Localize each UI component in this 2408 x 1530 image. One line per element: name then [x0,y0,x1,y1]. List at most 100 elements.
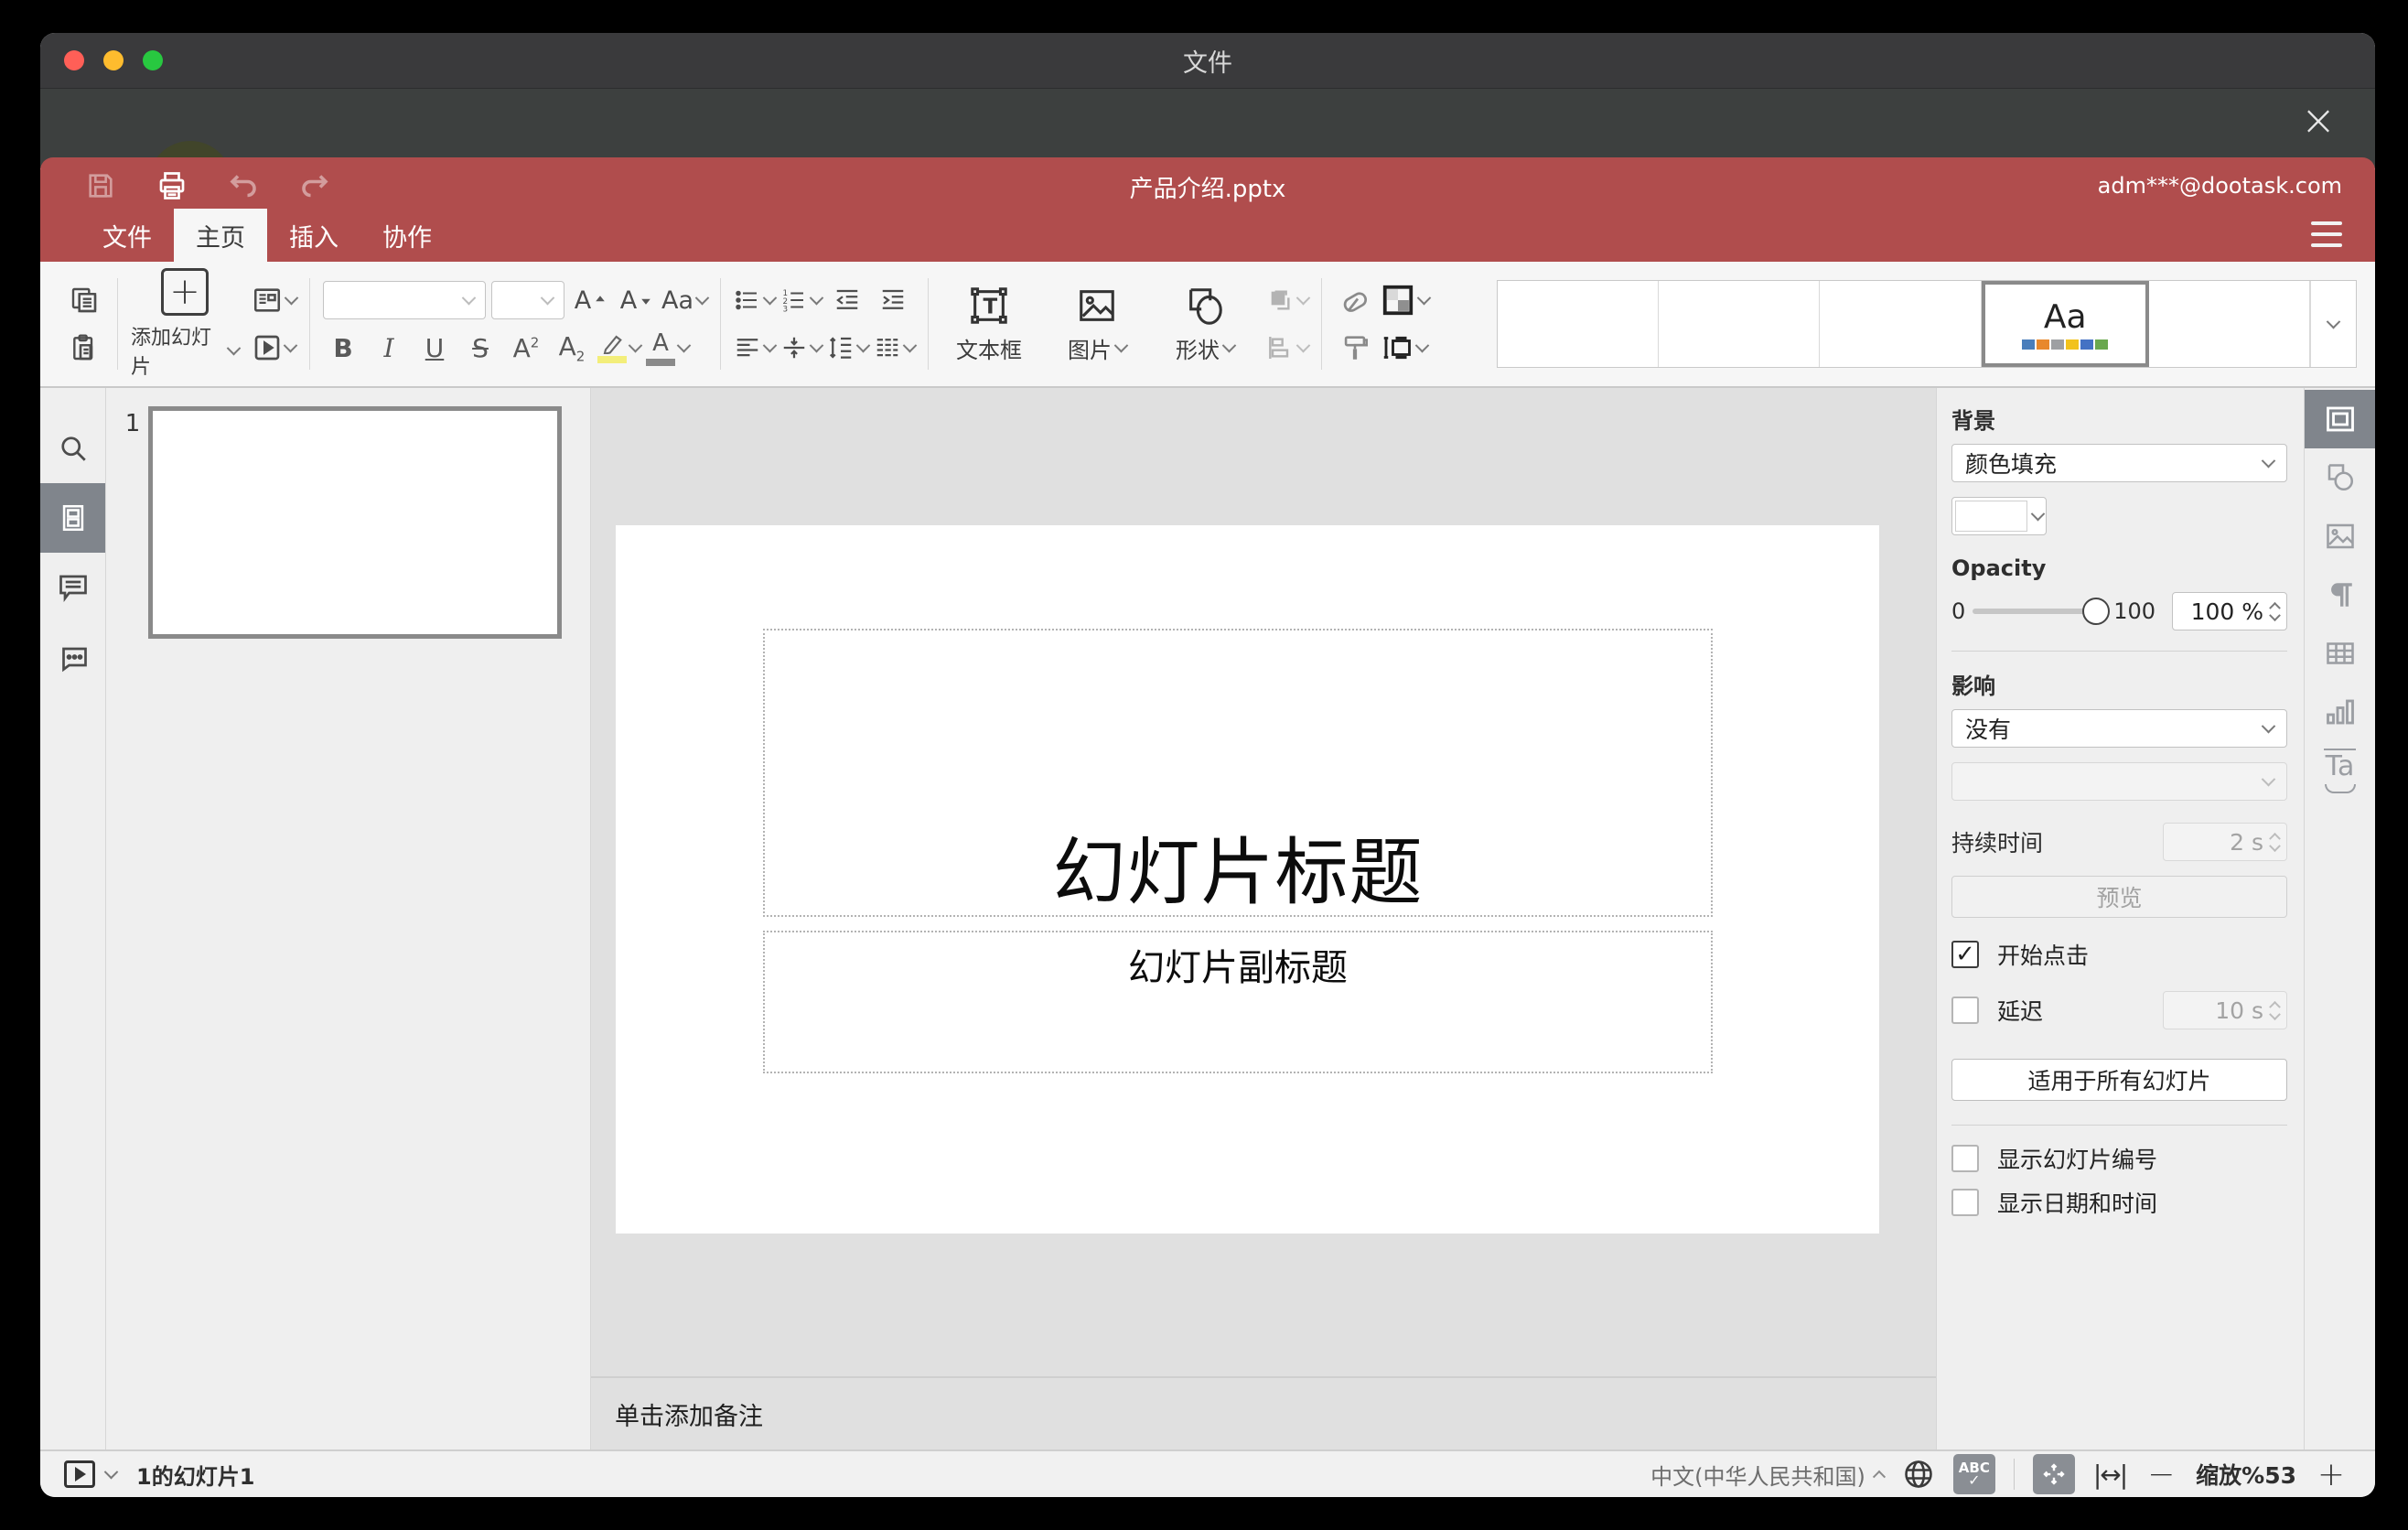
effect-select[interactable]: 没有 [1951,709,2287,748]
subtitle-placeholder[interactable]: 幻灯片副标题 [763,931,1713,1073]
italic-icon[interactable]: I [369,328,409,368]
image-label: 图片 [1068,337,1113,363]
paste-icon[interactable] [64,328,104,368]
comments-icon[interactable] [40,553,105,622]
insert-textbox-button[interactable]: T 文本框 [941,285,1037,364]
close-icon[interactable]: × [2293,94,2344,145]
search-icon[interactable] [40,414,105,483]
tab-file[interactable]: 文件 [81,209,174,262]
tab-collaboration[interactable]: 协作 [360,209,454,262]
increase-indent-icon[interactable] [873,280,913,320]
title-placeholder[interactable]: 幻灯片标题 [763,629,1713,917]
spellcheck-icon[interactable]: ABC ✓ [1952,1454,1995,1494]
horizontal-align-icon[interactable] [734,328,778,368]
notes-placeholder-text: 单击添加备注 [615,1402,763,1431]
strikethrough-icon[interactable]: S [460,328,500,368]
theme-option[interactable] [1820,281,1982,367]
font-size-select[interactable] [491,281,564,319]
tab-insert[interactable]: 插入 [267,209,360,262]
svg-text:T: T [983,295,997,318]
table-settings-icon[interactable] [2305,624,2375,683]
bold-icon[interactable]: B [323,328,363,368]
theme-gallery-expand-icon[interactable] [2310,281,2356,367]
add-slide-button[interactable]: + 添加幻灯片 [131,268,242,380]
start-on-click-checkbox[interactable]: ✓ [1951,941,1979,968]
delay-checkbox[interactable] [1951,997,1979,1024]
zoom-out-icon[interactable]: − [2145,1456,2177,1493]
slide-thumbnail-number: 1 [124,410,141,437]
theme-gallery: Aa [1497,280,2357,368]
close-traffic-light[interactable] [64,50,84,70]
zoom-in-icon[interactable]: + [2315,1456,2348,1493]
insert-image-button[interactable]: 图片 [1049,285,1145,364]
change-case-icon[interactable]: Aa [661,280,710,320]
traffic-lights [64,33,163,88]
show-slide-number-checkbox[interactable] [1951,1145,1979,1172]
menu-icon[interactable] [2306,218,2348,251]
slide-layout-icon[interactable] [252,280,299,320]
spellcheck-language-icon[interactable] [1902,1458,1935,1491]
minimize-traffic-light[interactable] [103,50,124,70]
show-date-time-checkbox[interactable] [1951,1189,1979,1216]
highlight-color-icon[interactable] [597,328,643,368]
background-fill-select[interactable]: 颜色填充 [1951,444,2287,482]
copy-icon[interactable] [64,280,104,320]
font-name-select[interactable] [323,281,486,319]
superscript-icon[interactable]: A2 [506,328,546,368]
numbered-list-icon[interactable]: 123 [780,280,824,320]
notes-area[interactable]: 单击添加备注 [591,1376,1936,1449]
chat-icon[interactable] [40,622,105,692]
image-settings-icon[interactable] [2305,507,2375,566]
chart-settings-icon[interactable] [2305,683,2375,741]
underline-icon[interactable]: U [414,328,455,368]
theme-option[interactable] [1498,281,1660,367]
copy-style-icon[interactable] [1335,328,1375,368]
columns-icon[interactable] [874,328,918,368]
language-selector[interactable]: 中文(中华人民共和国) [1650,1459,1886,1491]
opacity-value-spinner[interactable]: 100 % [2172,592,2287,630]
paragraph-settings-icon[interactable] [2305,566,2375,624]
insert-shape-button[interactable]: 形状 [1157,285,1252,364]
duration-label: 持续时间 [1951,830,2044,857]
increase-font-icon[interactable]: A [570,280,610,320]
slide-subtitle-text: 幻灯片副标题 [1128,947,1348,989]
decrease-indent-icon[interactable] [827,280,867,320]
slides-panel-icon[interactable] [40,483,105,553]
start-slideshow-icon[interactable] [252,328,298,368]
slide-settings-icon[interactable] [2305,390,2375,448]
slide-thumbnail[interactable] [148,406,562,639]
fill-color-picker[interactable] [1951,497,2047,535]
shape-settings-icon[interactable] [2305,448,2375,507]
bullet-list-icon[interactable] [734,280,778,320]
effect-variant-select [1951,762,2287,801]
line-spacing-icon[interactable] [827,328,871,368]
show-slide-number-label: 显示幻灯片编号 [1997,1147,2158,1173]
color-scheme-icon[interactable] [1381,280,1432,320]
vertical-align-icon[interactable] [780,328,824,368]
apply-to-all-slides-button[interactable]: 适用于所有幻灯片 [1951,1059,2287,1101]
theme-option[interactable] [1659,281,1821,367]
quick-access-row: 产品介绍.pptx adm***@dootask.com [40,157,2375,209]
opacity-label: Opacity [1951,555,2047,581]
maximize-traffic-light[interactable] [143,50,163,70]
slide-canvas[interactable]: 幻灯片标题 幻灯片副标题 [616,525,1879,1234]
tab-home[interactable]: 主页 [174,209,267,262]
select-eraser-icon[interactable] [1335,280,1375,320]
slide-size-icon[interactable] [1381,328,1430,368]
opacity-max-label: 100 [2113,598,2155,624]
slideshow-options-chevron-icon[interactable] [103,1464,119,1479]
text-art-settings-icon[interactable]: Ta [2305,741,2375,800]
font-color-icon[interactable]: A [646,328,692,368]
decrease-font-icon[interactable]: A [616,280,656,320]
main-area: 1 幻灯片标题 幻灯片副标题 单击添加备注 背景 颜色填充 Opacity 0 … [40,388,2375,1449]
slide-settings-panel: 背景 颜色填充 Opacity 0 100 100 % 影响 没有 持续时间 2… [1936,388,2304,1449]
opacity-slider[interactable] [1973,598,2111,625]
theme-option[interactable] [2148,281,2311,367]
theme-option-selected[interactable]: Aa [1981,281,2149,367]
subscript-icon[interactable]: A2 [552,328,592,368]
fit-to-width-icon[interactable]: |↔| [2093,1460,2128,1490]
start-slideshow-status-icon[interactable] [64,1460,95,1488]
fit-to-slide-icon[interactable] [2032,1454,2075,1494]
opacity-slider-handle[interactable] [2082,598,2111,625]
fill-color-swatch [1955,501,2027,532]
